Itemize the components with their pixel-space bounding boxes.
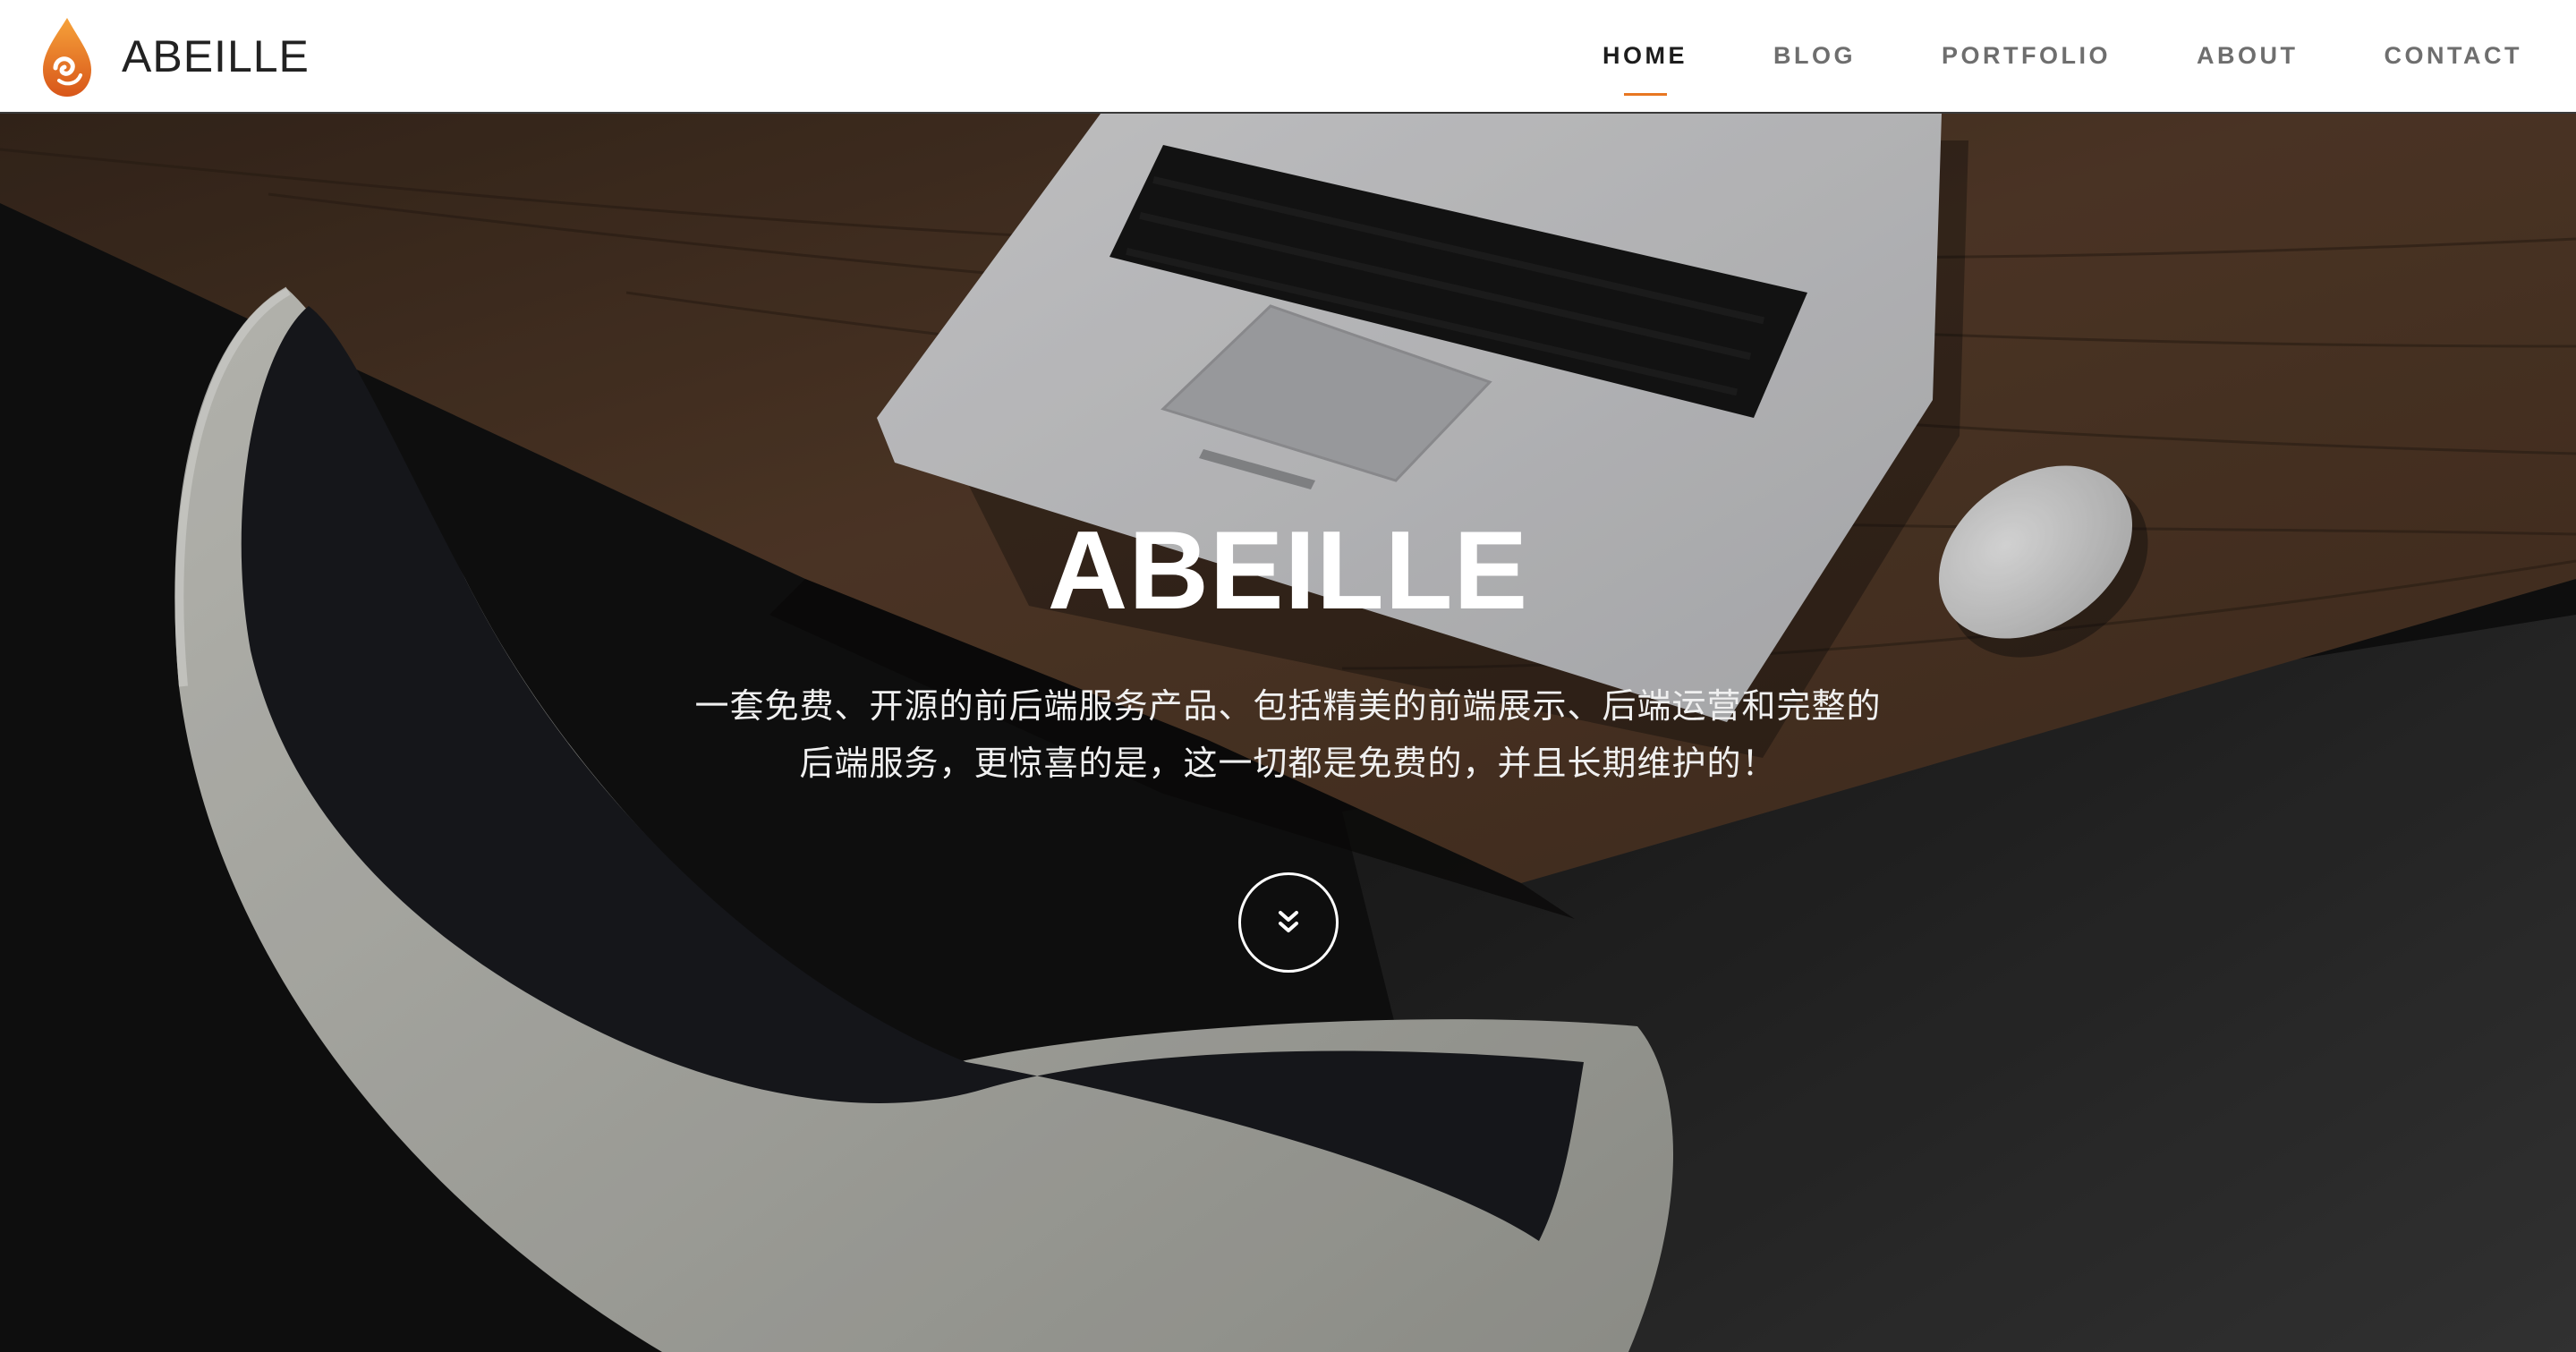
nav-active-indicator	[1623, 93, 1667, 96]
site-header: ABEILLE HOME BLOG PORTFOLIO ABOUT CONTAC…	[0, 0, 2576, 114]
brand-name: ABEILLE	[122, 31, 310, 81]
nav-item-home[interactable]: HOME	[1603, 0, 1688, 112]
hero-description: 一套免费、开源的前后端服务产品、包括精美的前端展示、后端运营和完整的 后端服务，…	[573, 677, 2003, 792]
scroll-down-button[interactable]	[1238, 872, 1339, 973]
hero-description-line: 后端服务，更惊喜的是，这一切都是免费的，并且长期维护的！	[799, 744, 1777, 783]
nav-item-portfolio[interactable]: PORTFOLIO	[1942, 0, 2111, 112]
nav-item-about[interactable]: ABOUT	[2197, 0, 2299, 112]
nav-item-label: BLOG	[1773, 42, 1857, 69]
hero-title: ABEILLE	[1047, 509, 1529, 633]
chevron-double-down-icon	[1279, 911, 1298, 932]
nav-item-label: PORTFOLIO	[1942, 42, 2112, 69]
nav-item-contact[interactable]: CONTACT	[2385, 0, 2522, 112]
nav-item-blog[interactable]: BLOG	[1773, 0, 1856, 112]
bee-drop-logo-icon	[43, 18, 91, 97]
nav-item-label: HOME	[1603, 42, 1688, 69]
brand[interactable]: ABEILLE	[39, 14, 310, 98]
nav-item-label: ABOUT	[2197, 42, 2299, 69]
hero-description-line: 一套免费、开源的前后端服务产品、包括精美的前端展示、后端运营和完整的	[694, 686, 1882, 726]
nav-item-label: CONTACT	[2384, 42, 2522, 69]
main-nav: HOME BLOG PORTFOLIO ABOUT CONTACT	[1603, 0, 2522, 112]
hero-section: ABEILLE 一套免费、开源的前后端服务产品、包括精美的前端展示、后端运营和完…	[0, 114, 2576, 1352]
